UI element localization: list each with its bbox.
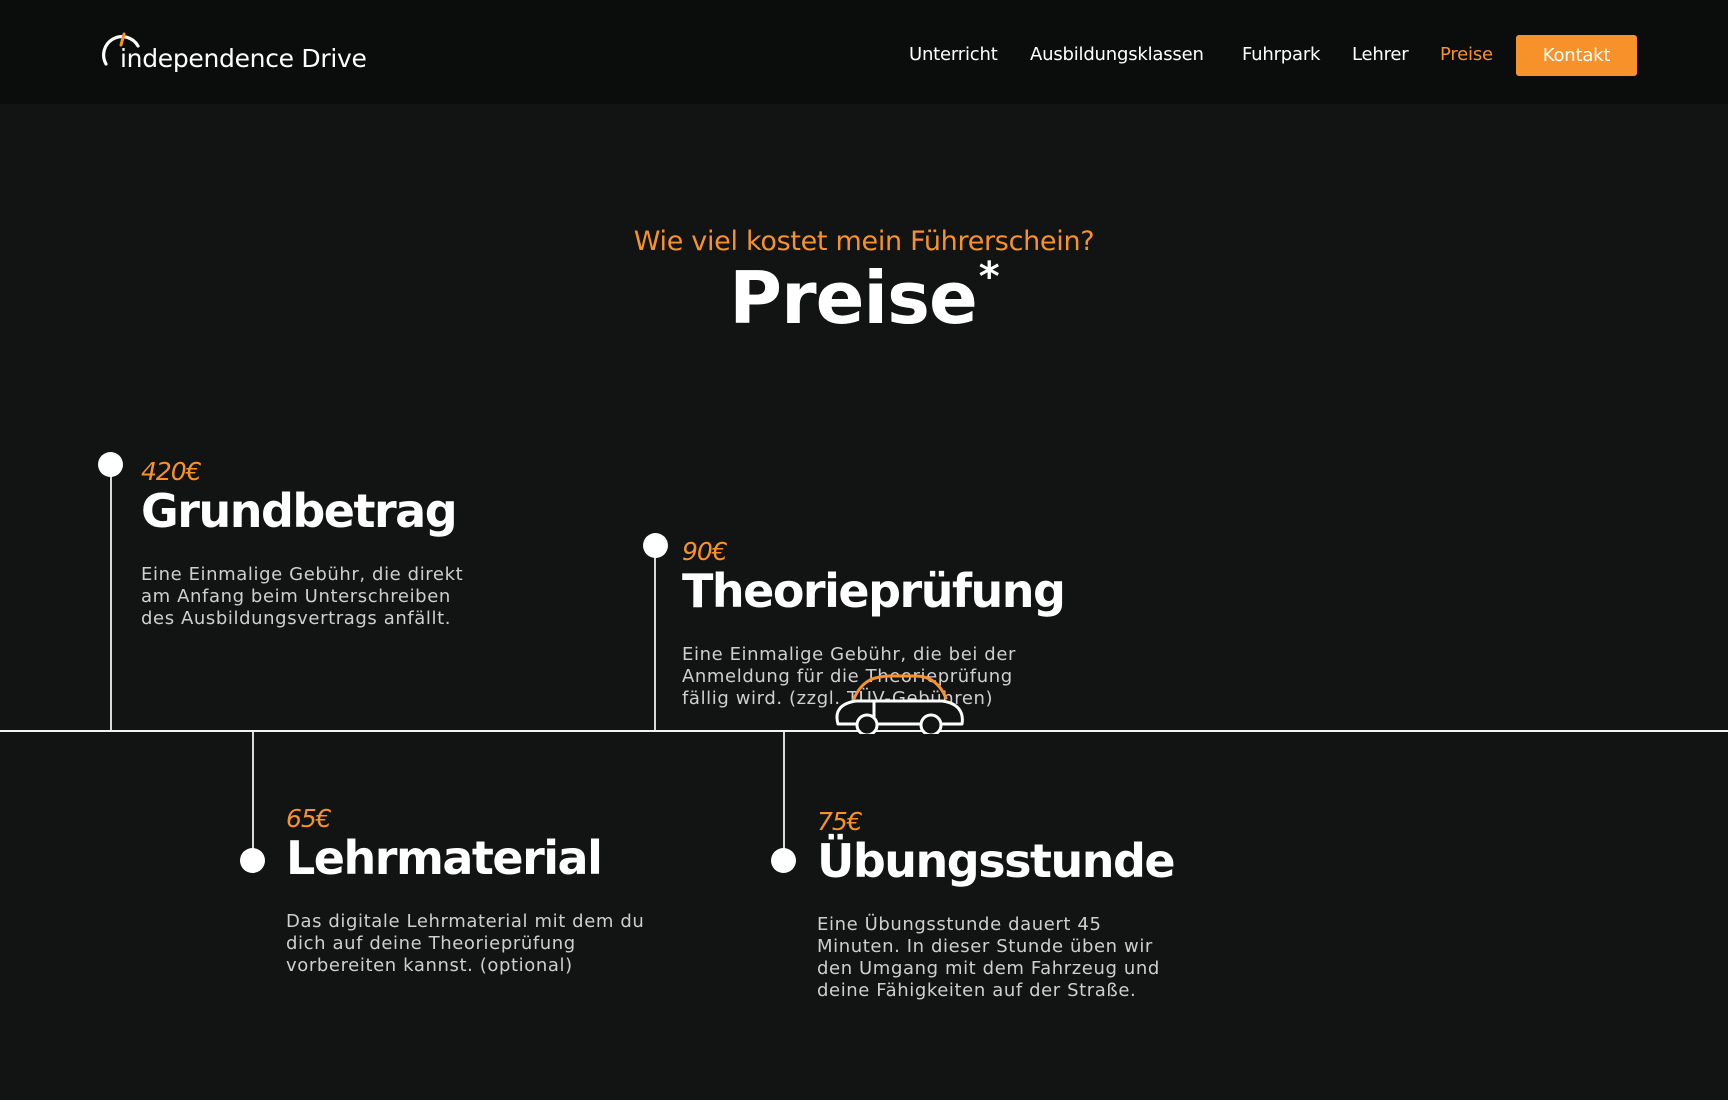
price-amount: 420€ — [141, 457, 202, 486]
main-menu: Unterricht Ausbildungsklassen Fuhrpark L… — [0, 44, 1728, 68]
price-description: Eine Einmalige Gebühr, die direkt am Anf… — [141, 564, 464, 629]
price-card-grundbetrag: 420€ Grundbetrag Eine Einmalige Gebühr, … — [141, 458, 463, 630]
price-card-lehrmaterial: 65€ Lehrmaterial Das digitale Lehrmateri… — [286, 805, 644, 977]
price-amount: 75€ — [817, 807, 863, 836]
timeline-dot-grundbetrag — [98, 452, 123, 477]
price-amount: 90€ — [682, 537, 728, 566]
section-subtitle: Wie viel kostet mein Führerschein? — [633, 226, 1095, 257]
price-description: Das digitale Lehrmaterial mit dem du dic… — [286, 911, 645, 976]
title-footnote-mark: * — [978, 254, 1000, 300]
price-description: Eine Übungsstunde dauert 45 Minuten. In … — [817, 914, 1160, 1001]
nav-item-lehrer[interactable]: Lehrer — [1352, 44, 1409, 65]
timeline-stem-lehrmaterial — [252, 732, 254, 862]
price-amount: 65€ — [286, 804, 332, 833]
car-icon — [835, 674, 964, 734]
page-title-text: Preise — [729, 256, 977, 340]
timeline-stem-uebungsstunde — [783, 732, 785, 862]
timeline-dot-lehrmaterial — [240, 848, 265, 873]
contact-button[interactable]: Kontakt — [1516, 35, 1637, 76]
price-title: Theorieprüfung — [682, 564, 1066, 618]
timeline-stem-theoriepruefung — [654, 545, 656, 730]
timeline-dot-theoriepruefung — [643, 533, 668, 558]
price-card-uebungsstunde: 75€ Übungsstunde Eine Übungsstunde dauer… — [817, 807, 1176, 1002]
price-title: Grundbetrag — [141, 484, 458, 538]
timeline-stem-grundbetrag — [110, 465, 112, 730]
nav-item-ausbildungsklassen[interactable]: Ausbildungsklassen — [1030, 44, 1204, 65]
price-title: Lehrmaterial — [286, 831, 603, 885]
nav-item-preise[interactable]: Preise — [1440, 44, 1493, 65]
price-title: Übungsstunde — [817, 834, 1176, 888]
top-navigation: independence Drive Unterricht Ausbildung… — [0, 0, 1728, 104]
timeline-dot-uebungsstunde — [771, 848, 796, 873]
nav-item-unterricht[interactable]: Unterricht — [909, 44, 998, 65]
nav-item-fuhrpark[interactable]: Fuhrpark — [1242, 44, 1320, 65]
page-title: Preise* — [0, 254, 1728, 340]
